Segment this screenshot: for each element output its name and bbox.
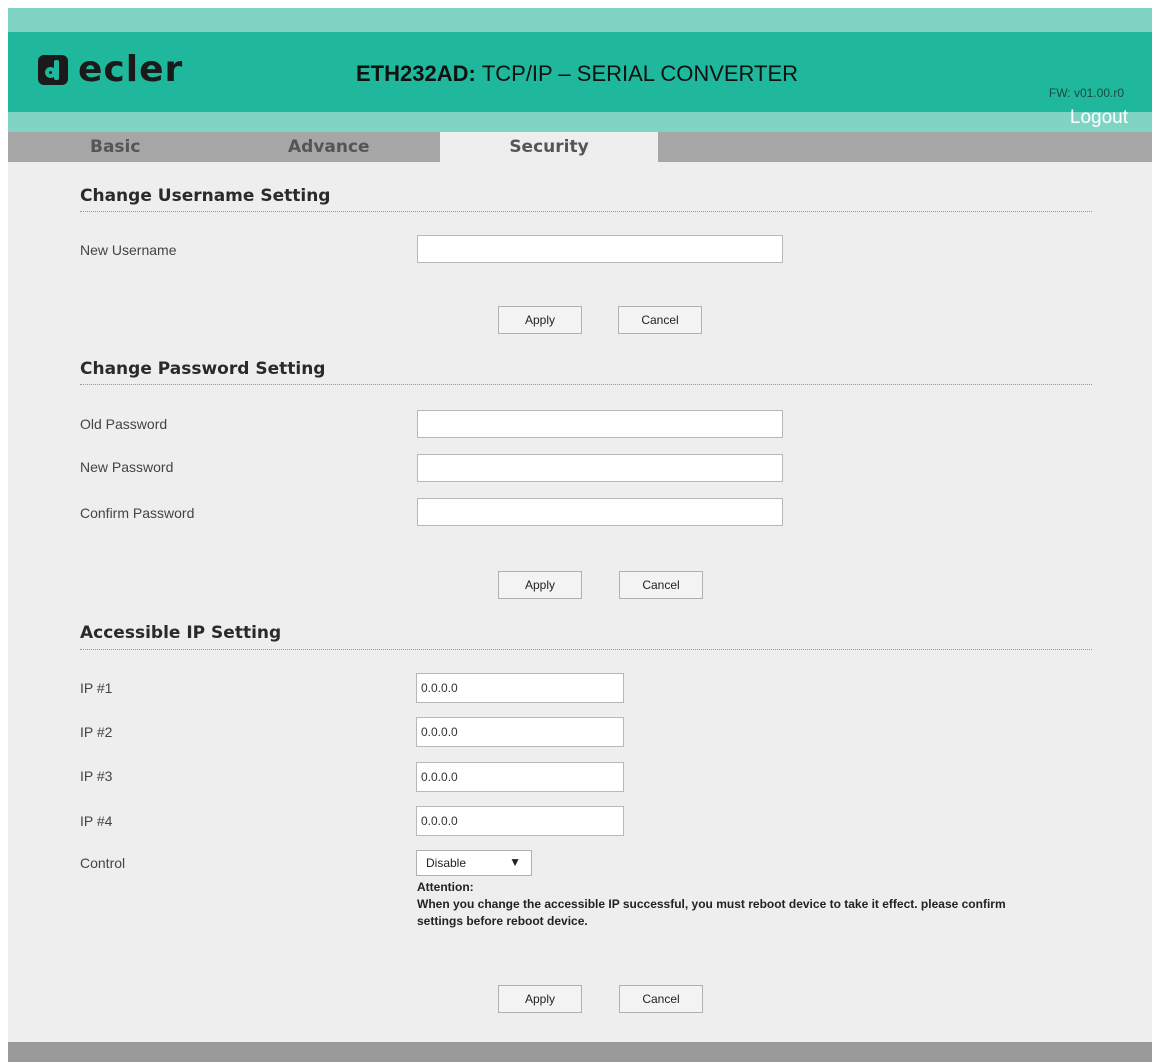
- confirm-password-input[interactable]: [417, 498, 783, 526]
- model-name: ETH232AD:: [356, 61, 476, 86]
- ip1-input[interactable]: [416, 673, 624, 703]
- ip-apply-button[interactable]: Apply: [498, 985, 582, 1013]
- tab-basic[interactable]: Basic: [90, 132, 140, 162]
- logo-text: ecler: [78, 49, 184, 90]
- ip2-label: IP #2: [80, 724, 113, 740]
- control-label: Control: [80, 855, 126, 871]
- logout-strip: [8, 112, 1152, 132]
- ip2-input[interactable]: [416, 717, 624, 747]
- password-section-title: Change Password Setting: [80, 359, 326, 379]
- ip-cancel-button[interactable]: Cancel: [619, 985, 703, 1013]
- confirm-password-label: Confirm Password: [80, 505, 195, 521]
- tab-security[interactable]: Security: [440, 132, 658, 162]
- tab-advance[interactable]: Advance: [288, 132, 370, 162]
- attention-text: When you change the accessible IP succes…: [417, 897, 1006, 928]
- username-section-title: Change Username Setting: [80, 186, 331, 206]
- product-title: ETH232AD: TCP/IP – SERIAL CONVERTER: [356, 61, 798, 87]
- tab-bar: Basic Advance Security: [8, 132, 1152, 162]
- ecler-logo-icon: [38, 55, 68, 85]
- ip3-label: IP #3: [80, 768, 113, 784]
- ip-section-title: Accessible IP Setting: [80, 623, 282, 643]
- section-divider: [80, 649, 1092, 650]
- ip3-input[interactable]: [416, 762, 624, 792]
- ip4-label: IP #4: [80, 813, 113, 829]
- attention-title: Attention:: [417, 880, 474, 894]
- username-apply-button[interactable]: Apply: [498, 306, 582, 334]
- firmware-version: FW: v01.00.r0: [1048, 86, 1124, 100]
- new-password-label: New Password: [80, 459, 174, 475]
- control-select-value: Disable: [426, 856, 467, 870]
- username-cancel-button[interactable]: Cancel: [618, 306, 702, 334]
- old-password-input[interactable]: [417, 410, 783, 438]
- new-username-label: New Username: [80, 242, 177, 258]
- ip4-input[interactable]: [416, 806, 624, 836]
- top-strip: [8, 8, 1152, 32]
- footer-bar: [8, 1042, 1152, 1062]
- old-password-label: Old Password: [80, 416, 168, 432]
- app-frame: ecler ETH232AD: TCP/IP – SERIAL CONVERTER…: [8, 8, 1152, 1062]
- attention-note: Attention: When you change the accessibl…: [417, 879, 1047, 930]
- password-cancel-button[interactable]: Cancel: [619, 571, 703, 599]
- section-divider: [80, 384, 1092, 385]
- product-name: TCP/IP – SERIAL CONVERTER: [481, 61, 799, 86]
- ip1-label: IP #1: [80, 680, 113, 696]
- control-select[interactable]: Disable ▼: [416, 850, 532, 876]
- ecler-logo: ecler: [38, 50, 183, 90]
- section-divider: [80, 211, 1092, 212]
- new-password-input[interactable]: [417, 454, 783, 482]
- new-username-input[interactable]: [417, 235, 783, 263]
- header-bar: ecler ETH232AD: TCP/IP – SERIAL CONVERTER…: [8, 32, 1152, 112]
- dropdown-arrow-icon: ▼: [509, 855, 521, 869]
- password-apply-button[interactable]: Apply: [498, 571, 582, 599]
- logout-link[interactable]: Logout: [1070, 107, 1128, 129]
